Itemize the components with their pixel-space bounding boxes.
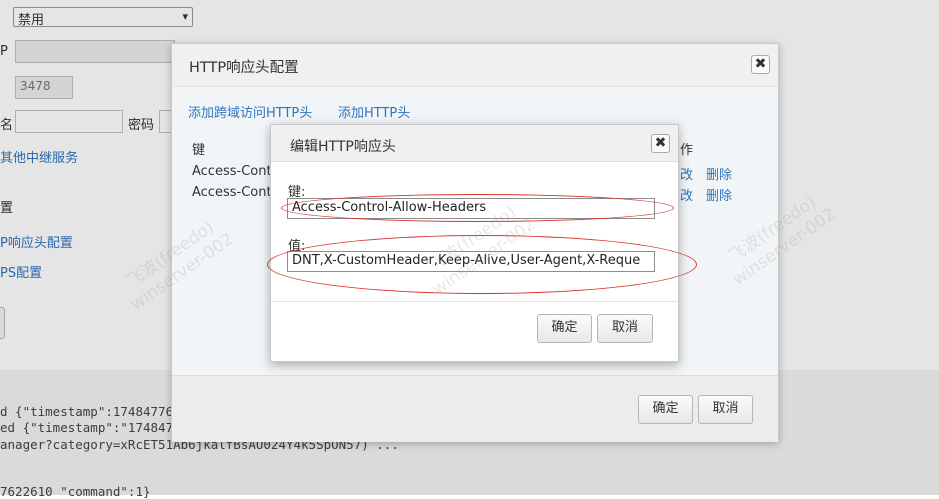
edit-dialog-title: 编辑HTTP响应头 xyxy=(290,139,396,155)
add-cors-header-link[interactable]: 添加跨域访问HTTP头 xyxy=(188,102,312,121)
add-http-header-link[interactable]: 添加HTTP头 xyxy=(338,102,410,121)
delete-link[interactable]: 删除 xyxy=(706,164,732,183)
cancel-button[interactable]: 取消 xyxy=(698,395,753,424)
edit-link[interactable]: 改 xyxy=(680,185,693,204)
close-icon[interactable]: ✖ xyxy=(751,55,770,74)
delete-link[interactable]: 删除 xyxy=(706,185,732,204)
edit-dialog-header: 编辑HTTP响应头 ✖ xyxy=(271,125,678,162)
close-icon[interactable]: ✖ xyxy=(651,134,670,153)
dialog-title: HTTP响应头配置 xyxy=(189,60,299,76)
edit-link[interactable]: 改 xyxy=(680,164,693,183)
cancel-button[interactable]: 取消 xyxy=(597,314,653,343)
table-row-key: Access-Cont xyxy=(192,164,272,179)
column-header-action: 作 xyxy=(680,143,694,158)
dialog-header: HTTP响应头配置 ✖ xyxy=(172,44,778,87)
column-header-key: 键 xyxy=(192,143,206,158)
table-row-key: Access-Cont xyxy=(192,185,272,200)
ok-button[interactable]: 确定 xyxy=(638,395,693,424)
divider xyxy=(271,301,678,302)
ok-button[interactable]: 确定 xyxy=(537,314,592,343)
dialog-footer: 确定 取消 xyxy=(172,375,778,442)
